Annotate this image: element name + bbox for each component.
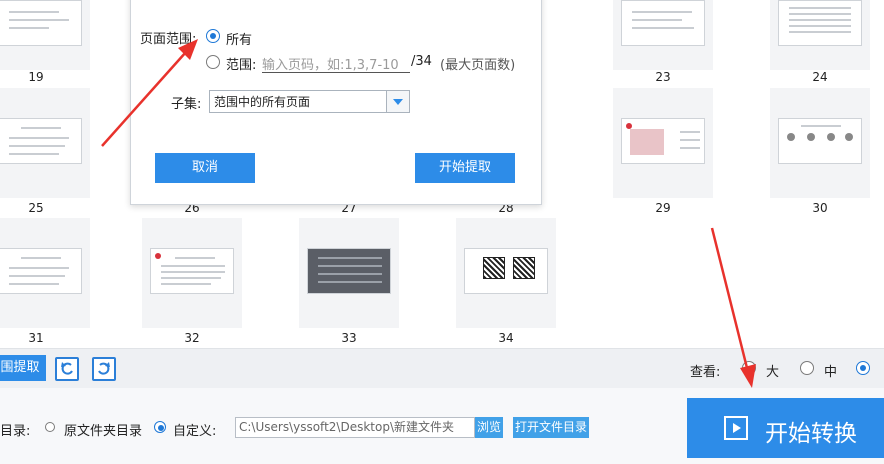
- page-preview: [464, 248, 548, 294]
- radio-page-range[interactable]: [206, 55, 220, 69]
- thumbnail-page-33[interactable]: [299, 218, 399, 328]
- toolbar: 围提取 查看: 大 中: [0, 348, 884, 389]
- page-preview: [778, 118, 862, 164]
- thumbnail-page-29[interactable]: [613, 88, 713, 198]
- rotate-right-icon[interactable]: [92, 357, 116, 381]
- browse-button[interactable]: 浏览: [475, 417, 503, 438]
- start-convert-label: 开始转换: [765, 421, 857, 447]
- page-preview: [0, 0, 82, 46]
- page-range-label: 页面范围:: [140, 32, 197, 47]
- subset-select[interactable]: 范围中的所有页面: [209, 90, 410, 113]
- page-number: 23: [655, 70, 671, 84]
- radio-source-dir[interactable]: [45, 422, 55, 432]
- page-range-input[interactable]: 输入页码，如:1,3,7-10: [262, 54, 410, 73]
- page-preview: [307, 248, 391, 294]
- chevron-down-icon[interactable]: [386, 91, 409, 112]
- thumbnail-page-23[interactable]: [613, 0, 713, 70]
- page-number: 24: [812, 70, 828, 84]
- thumbnail-page-32[interactable]: [142, 218, 242, 328]
- subset-label: 子集:: [171, 97, 202, 112]
- page-number: 34: [498, 331, 514, 345]
- start-convert-button[interactable]: 开始转换: [687, 398, 884, 458]
- page-preview: [0, 248, 82, 294]
- extract-pages-dialog: 页面范围: 所有 范围: 输入页码，如:1,3,7-10 /34 (最大页面数)…: [130, 0, 542, 205]
- output-bar: 目录: 原文件夹目录 自定义: C:\Users\yssoft2\Desktop…: [0, 388, 884, 464]
- page-preview: [621, 0, 705, 46]
- rotate-left-icon[interactable]: [55, 357, 79, 381]
- radio-view-small[interactable]: [856, 361, 870, 375]
- radio-view-medium[interactable]: [800, 361, 814, 375]
- thumbnail-page-19[interactable]: [0, 0, 90, 70]
- page-number: 31: [28, 331, 44, 345]
- page-number: 25: [28, 201, 44, 215]
- range-extract-button[interactable]: 围提取: [0, 355, 46, 381]
- page-preview: [621, 118, 705, 164]
- radio-custom-dir[interactable]: [154, 421, 166, 433]
- thumbnail-page-34[interactable]: [456, 218, 556, 328]
- thumbnail-page-31[interactable]: [0, 218, 90, 328]
- play-icon: [724, 416, 748, 440]
- page-number: 19: [28, 70, 44, 84]
- page-preview: [150, 248, 234, 294]
- thumbnail-page-25[interactable]: [0, 88, 90, 198]
- option-range-label[interactable]: 范围:: [226, 54, 256, 73]
- view-medium-label[interactable]: 中: [824, 361, 837, 380]
- max-pages-note: (最大页面数): [440, 58, 516, 73]
- thumbnail-page-30[interactable]: [770, 88, 870, 198]
- page-preview: [778, 0, 862, 46]
- thumbnail-page-24[interactable]: [770, 0, 870, 70]
- view-label: 查看:: [690, 365, 721, 380]
- start-extract-button[interactable]: 开始提取: [415, 153, 515, 183]
- radio-view-large[interactable]: [742, 361, 756, 375]
- option-all-label[interactable]: 所有: [226, 29, 252, 48]
- page-number: 30: [812, 201, 828, 215]
- page-number: 32: [184, 331, 200, 345]
- page-number: 33: [341, 331, 357, 345]
- source-dir-label[interactable]: 原文件夹目录: [64, 420, 142, 439]
- subset-value: 范围中的所有页面: [214, 95, 311, 109]
- open-folder-button[interactable]: 打开文件目录: [513, 417, 589, 438]
- page-preview: [0, 118, 82, 164]
- cancel-button[interactable]: 取消: [155, 153, 255, 183]
- radio-all-pages[interactable]: [206, 29, 220, 43]
- total-pages: /34: [411, 54, 432, 69]
- output-dir-label: 目录:: [0, 424, 31, 439]
- custom-dir-label[interactable]: 自定义:: [173, 420, 216, 439]
- view-large-label[interactable]: 大: [766, 361, 779, 380]
- page-number: 29: [655, 201, 671, 215]
- output-path-field[interactable]: C:\Users\yssoft2\Desktop\新建文件夹: [235, 417, 475, 438]
